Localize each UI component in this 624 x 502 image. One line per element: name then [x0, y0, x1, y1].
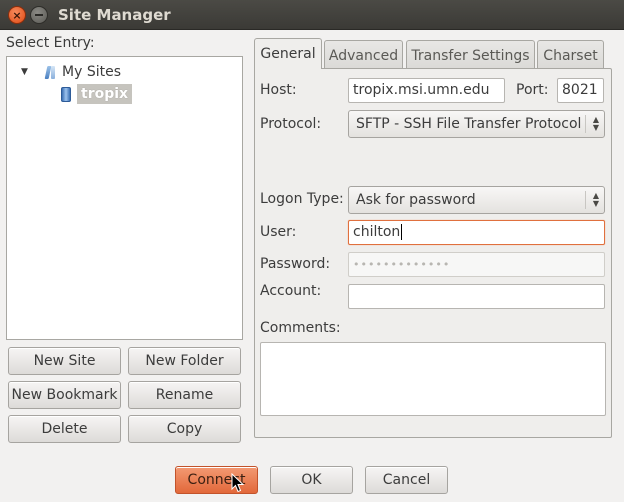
text-caret	[401, 224, 403, 240]
account-input[interactable]	[348, 284, 605, 309]
tree-item-label: My Sites	[62, 64, 121, 80]
new-folder-button[interactable]: New Folder	[128, 347, 241, 375]
copy-button[interactable]: Copy	[128, 415, 241, 443]
tree-item-tropix[interactable]: tropix	[61, 83, 133, 105]
server-icon	[61, 86, 71, 102]
user-input[interactable]: chilton	[348, 220, 605, 245]
password-input[interactable]: •••••••••••••	[348, 252, 605, 277]
tab-charset[interactable]: Charset	[537, 40, 604, 70]
spin-arrows-icon: ▲ ▼	[592, 115, 599, 132]
select-entry-label: Select Entry:	[6, 35, 95, 51]
sites-folder-icon	[43, 64, 59, 80]
delete-button[interactable]: Delete	[8, 415, 121, 443]
tree-item-label: tropix	[77, 84, 133, 104]
logon-type-select[interactable]: Ask for password ▲ ▼	[348, 186, 605, 214]
protocol-value: SFTP - SSH File Transfer Protocol	[356, 116, 582, 132]
rename-button[interactable]: Rename	[128, 381, 241, 409]
new-bookmark-button[interactable]: New Bookmark	[8, 381, 121, 409]
ok-button[interactable]: OK	[270, 466, 353, 494]
tree-item-my-sites[interactable]: ▼ My Sites	[21, 61, 121, 83]
tab-general[interactable]: General	[254, 38, 322, 69]
mouse-pointer-icon	[231, 473, 245, 493]
tab-transfer-settings[interactable]: Transfer Settings	[406, 40, 535, 70]
window-title: Site Manager	[58, 6, 171, 24]
password-label: Password:	[260, 256, 331, 272]
connect-button[interactable]: Connect	[175, 466, 258, 494]
minimize-icon[interactable]	[30, 6, 48, 24]
host-label: Host:	[260, 82, 297, 98]
new-site-button[interactable]: New Site	[8, 347, 121, 375]
site-tree[interactable]: ▼ My Sites tropix	[6, 56, 243, 340]
host-input[interactable]: tropix.msi.umn.edu	[348, 78, 505, 103]
account-label: Account:	[260, 283, 322, 299]
spin-arrows-icon: ▲ ▼	[592, 191, 599, 208]
expander-down-icon[interactable]: ▼	[21, 67, 33, 77]
user-value: chilton	[353, 224, 401, 240]
comments-textarea[interactable]	[260, 342, 606, 416]
cancel-button[interactable]: Cancel	[365, 466, 448, 494]
port-input[interactable]: 8021	[557, 78, 604, 103]
comments-label: Comments:	[260, 320, 341, 336]
close-icon[interactable]: ×	[8, 6, 26, 24]
protocol-label: Protocol:	[260, 116, 322, 132]
logon-type-value: Ask for password	[356, 192, 476, 208]
port-label: Port:	[516, 82, 549, 98]
logon-type-label: Logon Type:	[260, 191, 344, 207]
title-bar: × Site Manager	[0, 0, 624, 30]
user-label: User:	[260, 224, 297, 240]
protocol-select[interactable]: SFTP - SSH File Transfer Protocol ▲ ▼	[348, 110, 605, 138]
tab-advanced[interactable]: Advanced	[324, 40, 403, 70]
